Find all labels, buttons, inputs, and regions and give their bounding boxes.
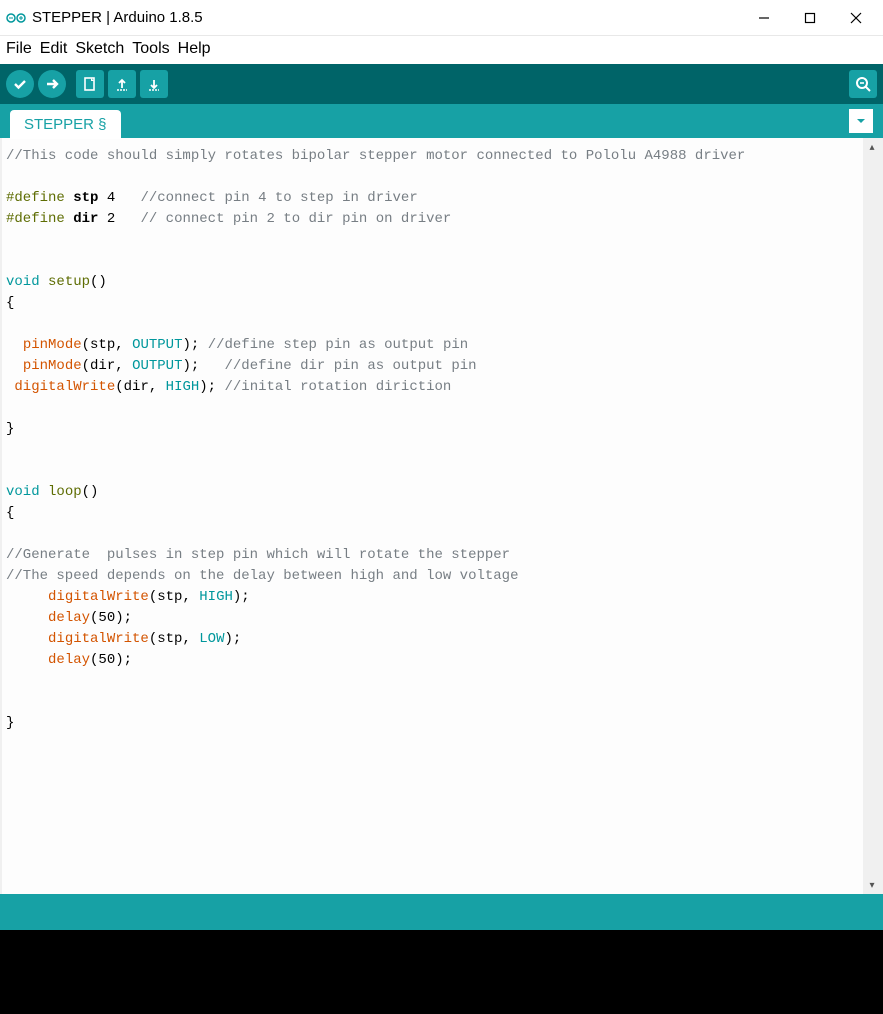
code-type: void	[6, 484, 40, 500]
code-comment: //define dir pin as output pin	[225, 358, 477, 374]
code-arg: stp	[90, 337, 115, 353]
code-type: void	[6, 274, 40, 290]
status-bar	[0, 894, 883, 930]
code-comment: //inital rotation diriction	[225, 379, 452, 395]
window-titlebar: STEPPER | Arduino 1.8.5	[0, 0, 883, 36]
code-function-call: digitalWrite	[48, 631, 149, 647]
minimize-button[interactable]	[741, 3, 787, 33]
code-constant: HIGH	[166, 379, 200, 395]
code-macro: #define	[6, 211, 65, 227]
save-sketch-button[interactable]	[140, 70, 168, 98]
menu-bar: File Edit Sketch Tools Help	[0, 36, 883, 64]
scroll-up-icon[interactable]: ▴	[863, 138, 881, 156]
code-constant: HIGH	[199, 589, 233, 605]
maximize-button[interactable]	[787, 3, 833, 33]
window-title: STEPPER | Arduino 1.8.5	[32, 9, 741, 26]
code-comment: //connect pin 4 to step in driver	[140, 190, 417, 206]
code-function-call: digitalWrite	[14, 379, 115, 395]
code-literal: 2	[107, 211, 115, 227]
code-args: (50);	[90, 652, 132, 668]
code-function-call: pinMode	[23, 358, 82, 374]
menu-tools[interactable]: Tools	[130, 38, 171, 60]
code-brace: {	[6, 505, 14, 521]
code-function-call: delay	[48, 610, 90, 626]
window-controls	[741, 3, 879, 33]
code-literal: 4	[107, 190, 115, 206]
code-paren: ()	[82, 484, 99, 500]
code-identifier: stp	[73, 190, 98, 206]
menu-edit[interactable]: Edit	[38, 38, 70, 60]
code-brace: }	[6, 421, 14, 437]
code-constant: OUTPUT	[132, 358, 182, 374]
code-function-call: delay	[48, 652, 90, 668]
code-comment: //Generate pulses in step pin which will…	[6, 547, 510, 563]
verify-button[interactable]	[6, 70, 34, 98]
code-constant: OUTPUT	[132, 337, 182, 353]
scroll-down-icon[interactable]: ▾	[863, 876, 881, 894]
code-function-call: digitalWrite	[48, 589, 149, 605]
menu-help[interactable]: Help	[176, 38, 213, 60]
menu-file[interactable]: File	[4, 38, 34, 60]
arduino-logo-icon	[6, 8, 26, 28]
code-args: (50);	[90, 610, 132, 626]
code-function-name: loop	[48, 484, 82, 500]
code-macro: #define	[6, 190, 65, 206]
code-editor[interactable]: //This code should simply rotates bipola…	[2, 138, 863, 894]
tab-stepper[interactable]: STEPPER §	[10, 110, 121, 139]
code-arg: dir	[124, 379, 149, 395]
code-comment: //define step pin as output pin	[208, 337, 468, 353]
code-paren: ()	[90, 274, 107, 290]
console-area	[0, 930, 883, 1014]
code-arg: dir	[90, 358, 115, 374]
open-sketch-button[interactable]	[108, 70, 136, 98]
code-identifier: dir	[73, 211, 98, 227]
code-constant: LOW	[199, 631, 224, 647]
tab-bar: STEPPER §	[0, 104, 883, 138]
code-brace: }	[6, 715, 14, 731]
serial-monitor-button[interactable]	[849, 70, 877, 98]
code-comment: // connect pin 2 to dir pin on driver	[140, 211, 451, 227]
editor-scrollbar[interactable]: ▴ ▾	[863, 138, 881, 894]
upload-button[interactable]	[38, 70, 66, 98]
tab-menu-button[interactable]	[849, 109, 873, 133]
code-comment: //The speed depends on the delay between…	[6, 568, 518, 584]
code-arg: stp	[157, 589, 182, 605]
code-function-call: pinMode	[23, 337, 82, 353]
menu-sketch[interactable]: Sketch	[73, 38, 126, 60]
code-brace: {	[6, 295, 14, 311]
code-comment: //This code should simply rotates bipola…	[6, 148, 745, 164]
code-function-name: setup	[48, 274, 90, 290]
new-sketch-button[interactable]	[76, 70, 104, 98]
code-arg: stp	[157, 631, 182, 647]
close-button[interactable]	[833, 3, 879, 33]
toolbar	[0, 64, 883, 104]
editor-area: //This code should simply rotates bipola…	[0, 138, 883, 894]
